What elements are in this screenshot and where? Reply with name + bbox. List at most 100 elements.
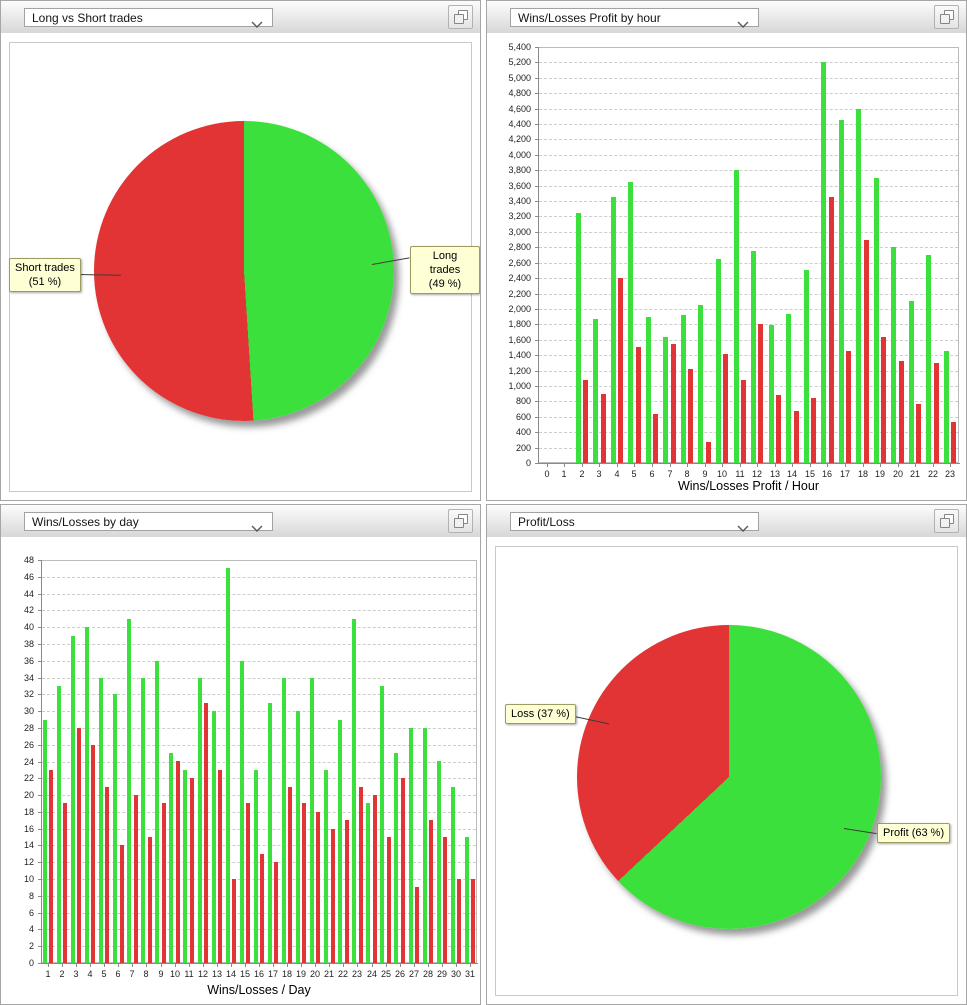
- y-tick-label: 12: [23, 857, 34, 867]
- duplicate-chart-button[interactable]: [934, 509, 959, 533]
- y-tick-label: 24: [23, 757, 34, 767]
- bar-loss: [457, 879, 461, 963]
- x-tick: [104, 964, 105, 967]
- x-tick: [880, 464, 881, 467]
- x-tick: [915, 464, 916, 467]
- duplicate-window-icon: [939, 514, 954, 528]
- bar-win: [663, 337, 668, 463]
- x-tick: [386, 964, 387, 967]
- y-tick-label: 4,800: [508, 88, 531, 98]
- x-tick: [231, 964, 232, 967]
- panel-profit-loss: Profit/Loss Loss (37 %) Profit (63 %): [486, 504, 967, 1005]
- gridline: [42, 678, 476, 679]
- y-tick-label: 28: [23, 723, 34, 733]
- panel-body: Short trades (51 %) Long trades (49 %): [1, 33, 480, 500]
- bar-loss: [934, 363, 939, 463]
- chart-type-dropdown[interactable]: Profit/Loss: [510, 512, 759, 532]
- dropdown-value: Long vs Short trades: [32, 11, 143, 25]
- x-tick: [863, 464, 864, 467]
- y-tick-label: 1,200: [508, 366, 531, 376]
- gridline: [539, 232, 958, 233]
- bar-loss: [443, 837, 447, 963]
- y-tick-label: 40: [23, 622, 34, 632]
- bar-win: [926, 255, 931, 463]
- bar-win: [127, 619, 131, 963]
- y-tick-label: 2,200: [508, 289, 531, 299]
- bar-loss: [148, 837, 152, 963]
- y-axis-line: [538, 47, 539, 464]
- bar-loss: [302, 803, 306, 963]
- y-tick-label: 5,000: [508, 73, 531, 83]
- y-tick-label: 400: [515, 427, 531, 437]
- bar-loss: [359, 787, 363, 963]
- bar-win: [338, 720, 342, 963]
- bar-loss: [49, 770, 53, 963]
- bar-win: [769, 325, 774, 463]
- gridline: [42, 644, 476, 645]
- bar-win: [85, 627, 89, 963]
- bar-win: [183, 770, 187, 963]
- x-tick: [933, 464, 934, 467]
- bar-win: [57, 686, 61, 963]
- x-tick: [547, 464, 548, 467]
- bar-loss: [776, 395, 781, 463]
- bar-win: [681, 315, 686, 463]
- bar-loss: [864, 240, 869, 463]
- duplicate-chart-button[interactable]: [448, 5, 473, 29]
- chart-type-dropdown[interactable]: Wins/Losses Profit by hour: [510, 8, 759, 28]
- x-tick-label: 31: [464, 969, 475, 979]
- bar-loss: [636, 347, 641, 463]
- bar-win: [856, 109, 861, 463]
- x-tick: [845, 464, 846, 467]
- y-tick-label: 2,400: [508, 273, 531, 283]
- bar-win: [155, 661, 159, 963]
- chevron-down-icon: [737, 519, 749, 537]
- y-tick-label: 4,400: [508, 119, 531, 129]
- pie-callout-loss: Loss (37 %): [505, 704, 576, 724]
- x-tick: [175, 964, 176, 967]
- x-tick: [456, 964, 457, 967]
- y-tick-label: 200: [515, 443, 531, 453]
- chart-type-dropdown[interactable]: Wins/Losses by day: [24, 512, 273, 532]
- panel-body: 0 200 400 600 800 1,000 1,200 1,400 1,600 1,800 2,…: [487, 33, 966, 500]
- y-tick-label: 44: [23, 589, 34, 599]
- bar-win: [141, 678, 145, 963]
- panel-wins-losses-by-day: Wins/Losses by day 0 2 4 6 8 10 12 14 16 18 20 22 24…: [0, 504, 481, 1005]
- x-tick: [898, 464, 899, 467]
- dropdown-value: Profit/Loss: [518, 515, 575, 529]
- y-tick-label: 1,600: [508, 335, 531, 345]
- bar-loss: [190, 778, 194, 963]
- bar-loss: [951, 422, 956, 463]
- y-tick-label: 1,800: [508, 319, 531, 329]
- gridline: [539, 124, 958, 125]
- panel-header: Wins/Losses by day: [1, 505, 480, 538]
- bar-win: [310, 678, 314, 963]
- pie-callout-long-trades: Long trades (49 %): [410, 246, 480, 294]
- duplicate-chart-button[interactable]: [448, 509, 473, 533]
- y-tick-label: 800: [515, 396, 531, 406]
- chevron-down-icon: [737, 15, 749, 33]
- bar-loss: [162, 803, 166, 963]
- bar-loss: [829, 197, 834, 463]
- y-tick-label: 3,000: [508, 227, 531, 237]
- chart-type-dropdown[interactable]: Long vs Short trades: [24, 8, 273, 28]
- bar-win: [212, 711, 216, 963]
- bar-loss: [345, 820, 349, 963]
- x-axis-title: Wins/Losses / Day: [207, 983, 311, 997]
- x-tick: [617, 464, 618, 467]
- panel-profit-by-hour: Wins/Losses Profit by hour 0 200 400 600 800…: [486, 0, 967, 501]
- x-tick: [810, 464, 811, 467]
- x-tick: [722, 464, 723, 467]
- y-tick-label: 36: [23, 656, 34, 666]
- bar-loss: [811, 398, 816, 463]
- duplicate-window-icon: [453, 514, 468, 528]
- duplicate-chart-button[interactable]: [934, 5, 959, 29]
- gridline: [539, 93, 958, 94]
- x-tick: [90, 964, 91, 967]
- bar-win: [874, 178, 879, 463]
- panel-header: Profit/Loss: [487, 505, 966, 538]
- bar-loss: [688, 369, 693, 463]
- y-tick-label: 0: [28, 958, 34, 968]
- x-tick: [775, 464, 776, 467]
- x-tick: [705, 464, 706, 467]
